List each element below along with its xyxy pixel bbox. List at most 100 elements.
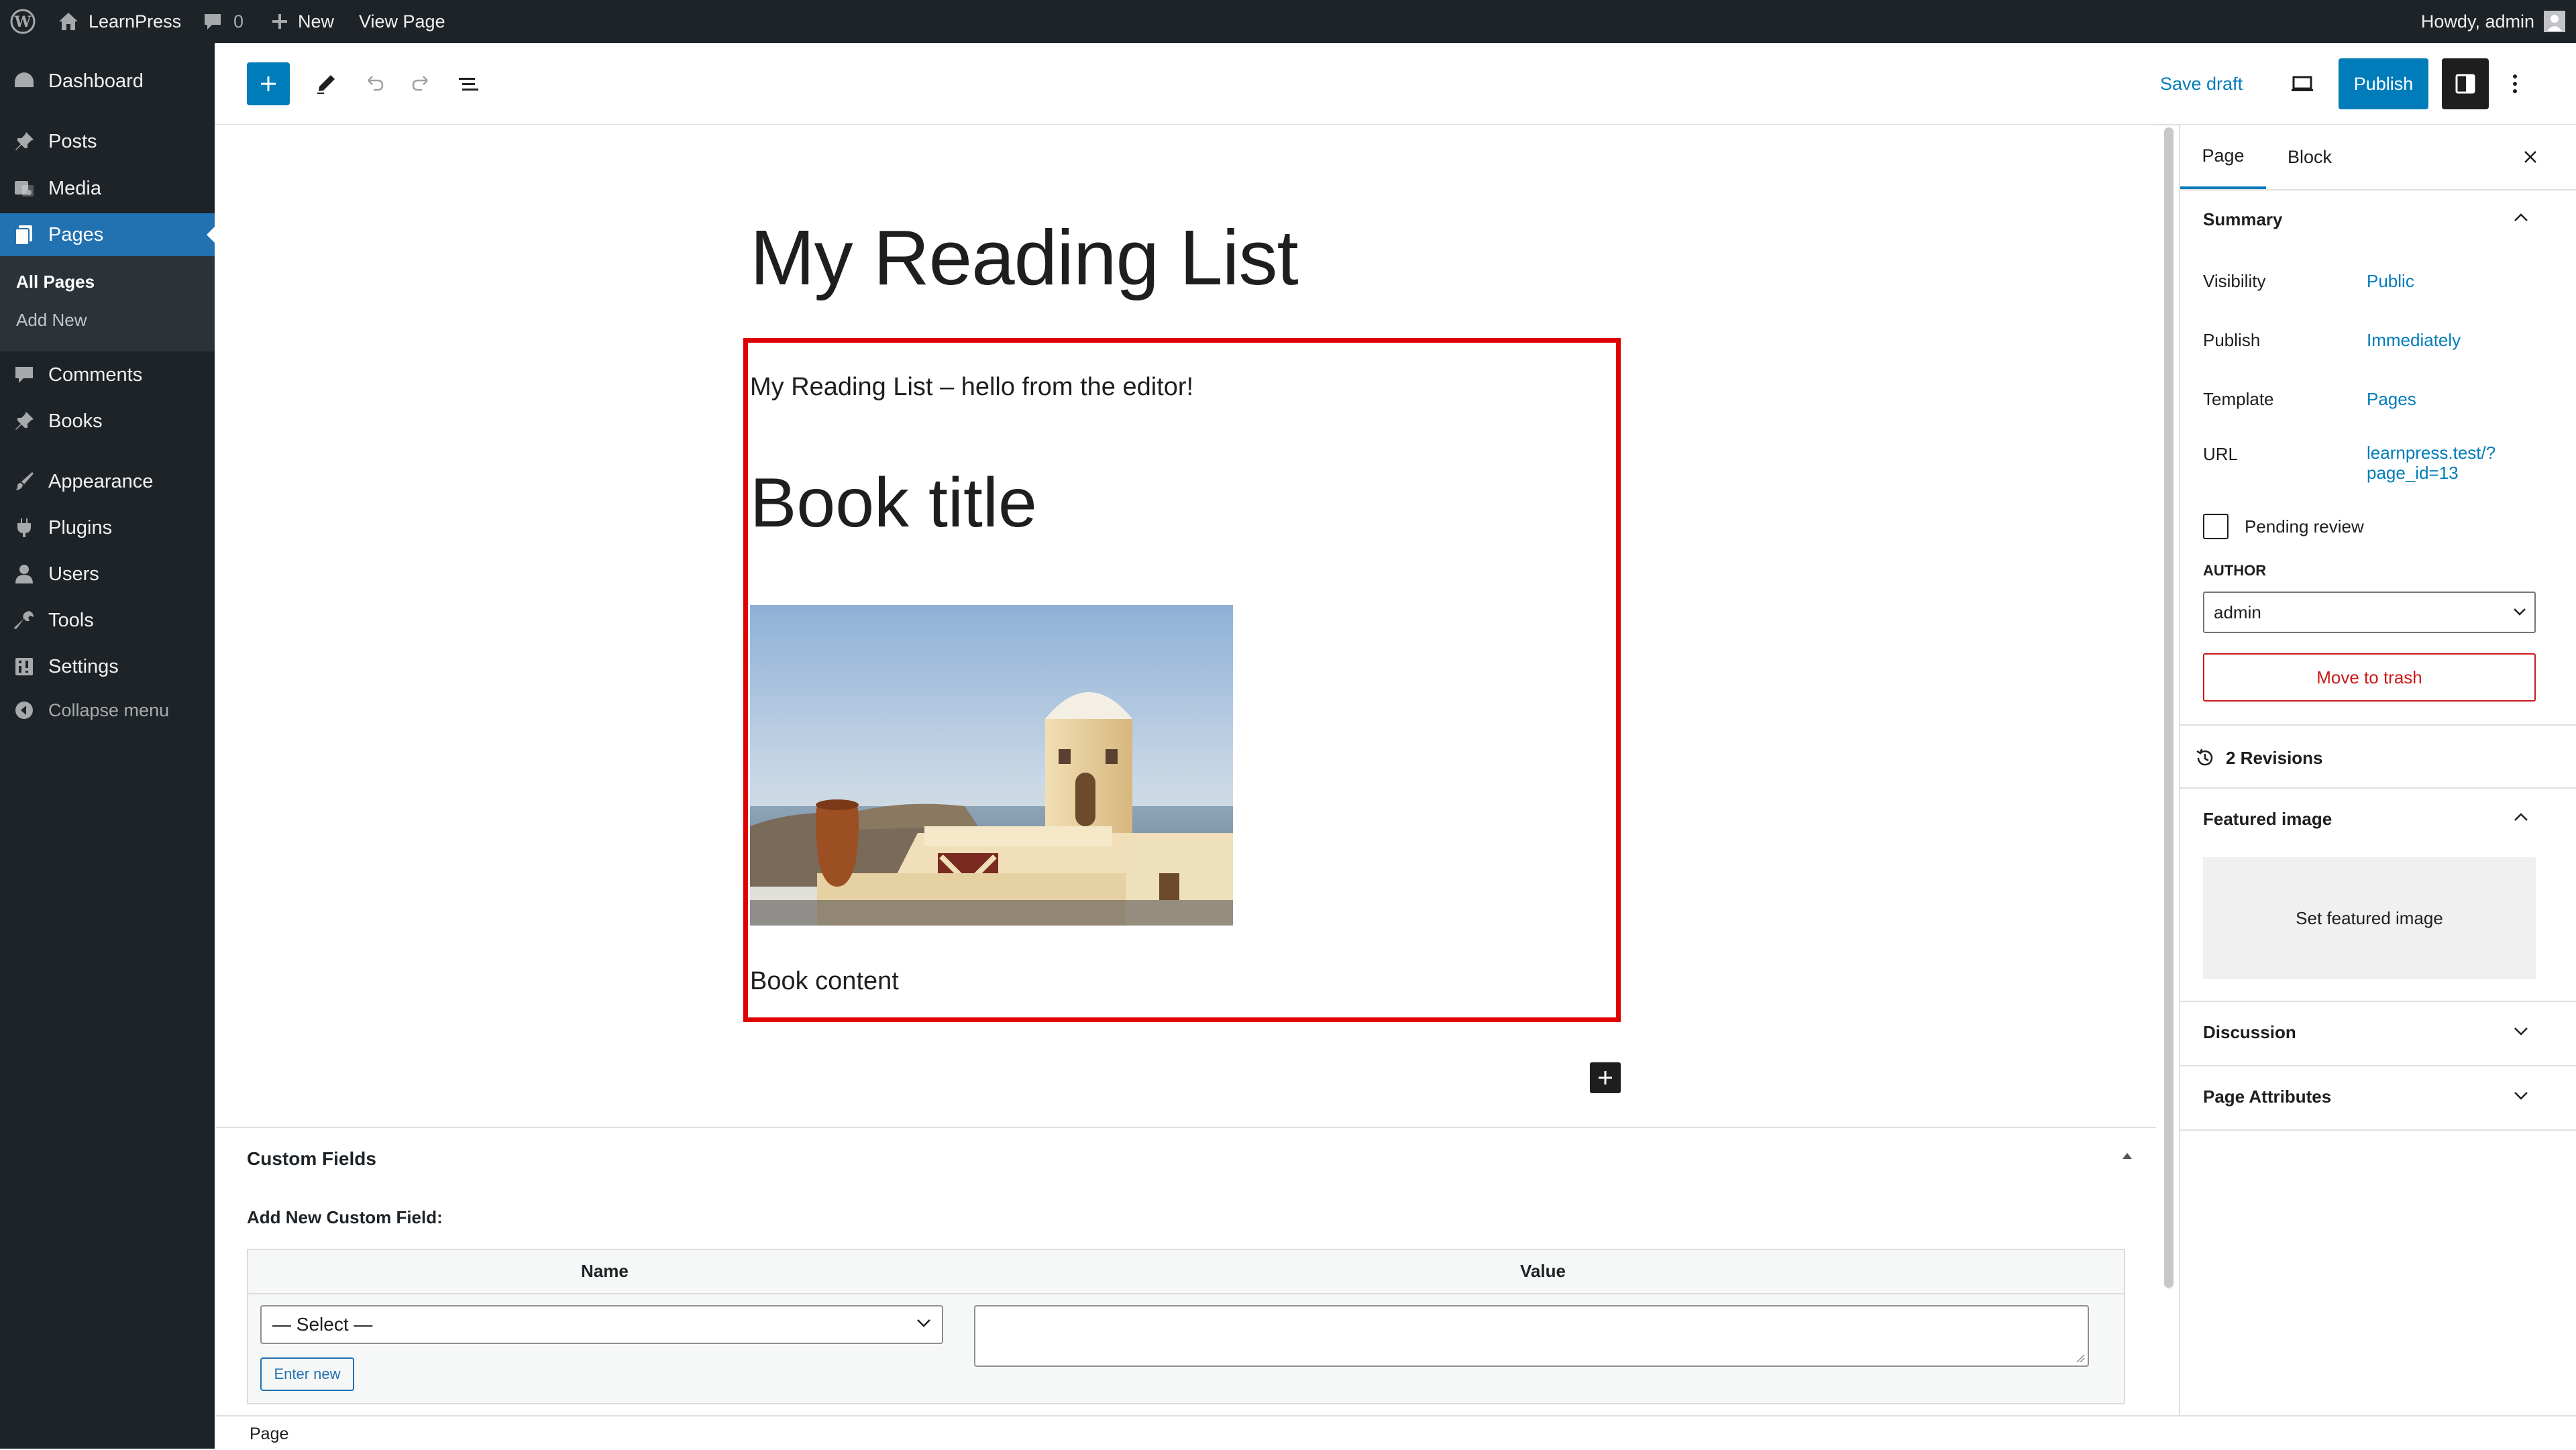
svg-text:W: W (14, 13, 32, 31)
settings-sidebar-toggle[interactable] (2442, 58, 2489, 109)
menu-item-settings[interactable]: Settings (0, 645, 215, 688)
chevron-up-icon[interactable] (2513, 212, 2529, 223)
move-to-trash-label: Move to trash (2316, 667, 2422, 687)
tab-block[interactable]: Block (2266, 125, 2353, 189)
paragraph-block[interactable]: My Reading List – hello from the editor! (750, 373, 1193, 402)
author-select[interactable]: admin (2203, 592, 2536, 633)
canvas-scrollbar-thumb[interactable] (2164, 127, 2174, 1288)
menu-item-plugins[interactable]: Plugins (0, 506, 215, 549)
block-inserter-button[interactable] (247, 62, 290, 105)
custom-fields-panel: Custom Fields Add New Custom Field: Name… (216, 1127, 2156, 1416)
new-content-link[interactable]: New (271, 0, 334, 43)
enter-new-button[interactable]: Enter new (260, 1357, 354, 1391)
add-new-custom-field-label: Add New Custom Field: (247, 1207, 443, 1227)
post-title[interactable]: My Reading List (750, 219, 1299, 296)
backup-icon (2194, 746, 2216, 769)
save-draft-label: Save draft (2160, 73, 2243, 94)
save-draft-button[interactable]: Save draft (2160, 62, 2243, 105)
value-column-header: Value (1520, 1261, 1566, 1281)
custom-field-name-select[interactable]: — Select — (260, 1305, 943, 1344)
comments-link[interactable]: 0 (203, 0, 244, 43)
menu-label-books: Books (48, 410, 103, 432)
menu-label-users: Users (48, 563, 99, 585)
url-value-line2[interactable]: page_id=13 (2367, 463, 2459, 484)
set-featured-image-button[interactable]: Set featured image (2203, 857, 2536, 979)
account-menu[interactable]: Howdy, admin (2421, 0, 2565, 43)
view-page-link[interactable]: View Page (359, 0, 445, 43)
template-value[interactable]: Pages (2367, 389, 2416, 410)
desktop-preview-icon (2290, 74, 2314, 94)
menu-item-tools[interactable]: Tools (0, 599, 215, 642)
admin-menu: Dashboard Posts Media Pages All Pages Ad… (0, 43, 215, 1449)
pending-review-checkbox[interactable] (2203, 514, 2229, 539)
add-block-button[interactable] (1590, 1062, 1621, 1093)
plus-icon (258, 73, 279, 95)
submenu-add-new[interactable]: Add New (16, 310, 87, 331)
comment-icon (0, 364, 48, 386)
custom-fields-title[interactable]: Custom Fields (247, 1148, 376, 1170)
chevron-down-icon[interactable] (2513, 1026, 2529, 1037)
menu-label-comments: Comments (48, 364, 143, 386)
brush-icon (0, 470, 48, 493)
preview-button[interactable] (2281, 62, 2324, 105)
name-column-header: Name (581, 1261, 629, 1281)
avatar (2544, 11, 2565, 32)
image-block[interactable] (750, 605, 1233, 926)
document-overview-button[interactable] (447, 62, 490, 105)
move-to-trash-button[interactable]: Move to trash (2203, 653, 2536, 702)
menu-item-appearance[interactable]: Appearance (0, 460, 215, 503)
breadcrumb[interactable]: Page (250, 1425, 288, 1444)
divider (2180, 1001, 2576, 1002)
featured-image-panel-title[interactable]: Featured image (2203, 809, 2332, 830)
divider (2180, 787, 2576, 789)
wrench-icon (0, 609, 48, 632)
plugin-icon (0, 516, 48, 539)
tab-page[interactable]: Page (2180, 125, 2266, 189)
close-icon (2522, 149, 2538, 165)
collapse-icon (0, 700, 48, 721)
collapse-menu-label: Collapse menu (48, 700, 170, 720)
visibility-value[interactable]: Public (2367, 271, 2414, 292)
publish-button[interactable]: Publish (2339, 58, 2428, 109)
menu-label-media: Media (48, 177, 101, 199)
heading-block[interactable]: Book title (750, 468, 1037, 538)
tools-button[interactable] (305, 62, 347, 105)
toggle-panel-icon[interactable] (2121, 1151, 2133, 1160)
content-paragraph-block[interactable]: Book content (750, 967, 899, 996)
tab-page-label: Page (2202, 145, 2245, 166)
plus-icon (1597, 1069, 1614, 1086)
submenu-all-pages[interactable]: All Pages (16, 272, 95, 292)
undo-button[interactable] (353, 62, 396, 105)
wordpress-logo-icon[interactable]: W (9, 0, 36, 43)
menu-item-books[interactable]: Books (0, 400, 215, 443)
table-header (248, 1250, 2124, 1294)
author-value: admin (2214, 602, 2261, 622)
menu-item-comments[interactable]: Comments (0, 353, 215, 396)
set-featured-image-label: Set featured image (2296, 907, 2443, 928)
options-menu-button[interactable] (2498, 62, 2532, 105)
summary-panel-title[interactable]: Summary (2203, 209, 2283, 230)
close-sidebar-button[interactable] (2516, 142, 2545, 172)
enter-new-label: Enter new (274, 1365, 341, 1382)
menu-label-pages: Pages (48, 223, 104, 245)
menu-item-posts[interactable]: Posts (0, 120, 215, 163)
publish-value[interactable]: Immediately (2367, 330, 2461, 351)
menu-item-users[interactable]: Users (0, 553, 215, 596)
resize-handle-icon[interactable] (2076, 1353, 2085, 1363)
url-value-line1[interactable]: learnpress.test/? (2367, 443, 2496, 463)
revisions-button[interactable]: 2 Revisions (2194, 738, 2323, 778)
menu-item-media[interactable]: Media (0, 167, 215, 210)
custom-field-value-textarea[interactable] (974, 1305, 2089, 1367)
site-name-link[interactable]: LearnPress (58, 0, 181, 43)
tab-block-label: Block (2287, 146, 2332, 167)
collapse-menu-button[interactable]: Collapse menu (0, 689, 215, 732)
menu-label-posts: Posts (48, 130, 97, 152)
chevron-up-icon[interactable] (2513, 812, 2529, 822)
discussion-panel-title[interactable]: Discussion (2203, 1022, 2296, 1043)
menu-item-pages[interactable]: Pages (0, 213, 215, 256)
chevron-down-icon[interactable] (2513, 1091, 2529, 1101)
page-attributes-panel-title[interactable]: Page Attributes (2203, 1086, 2331, 1107)
menu-item-dashboard[interactable]: Dashboard (0, 60, 215, 103)
redo-button[interactable] (400, 62, 443, 105)
new-label: New (298, 11, 335, 32)
